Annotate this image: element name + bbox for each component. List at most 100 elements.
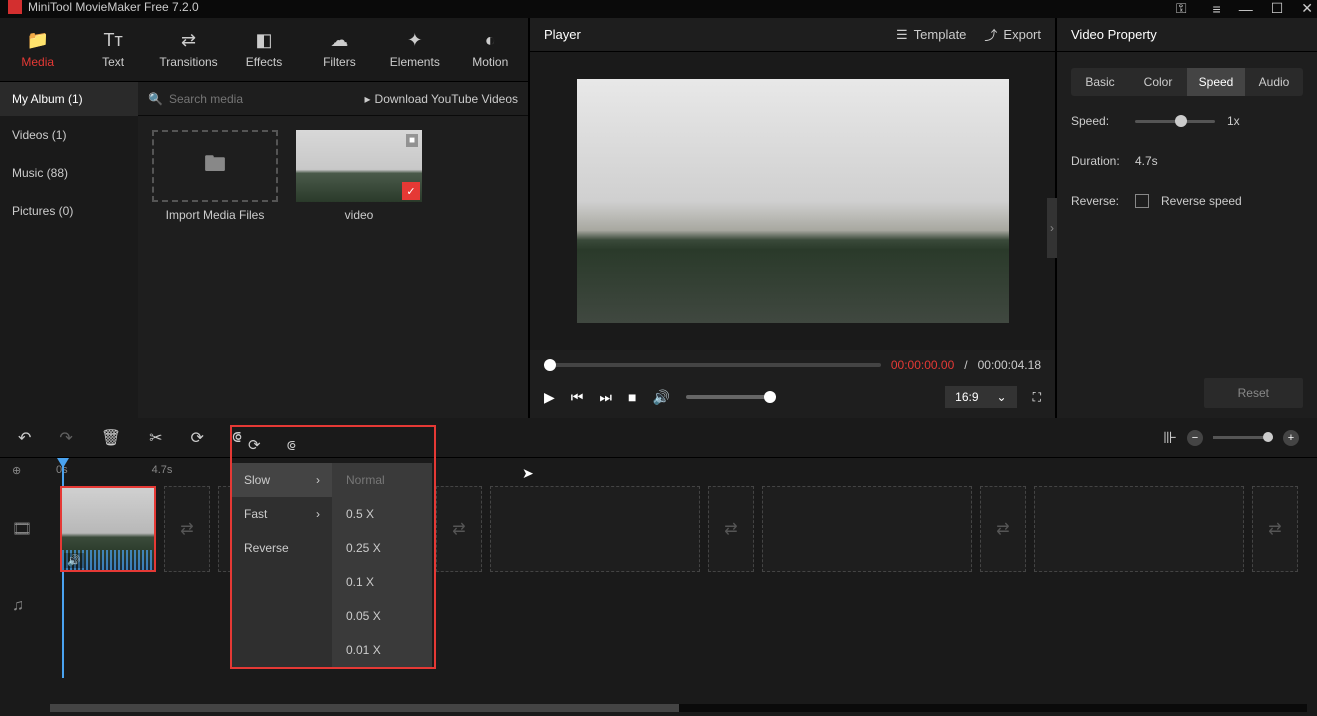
clip-placeholder[interactable] [762,486,972,572]
speed-popup-body: Slow › Fast › Reverse Normal 0.5 X 0.25 … [232,463,434,667]
speed-option-005[interactable]: 0.05 X [332,599,432,633]
media-panel: 📁 Media Tт Text ⇄ Transitions ◧ Effects … [0,18,528,418]
menu-label: Slow [244,473,270,487]
video-track[interactable]: 🎞 🔊 ⇄ ⤓ ⇄ ⇄ ⇄ ⇄ [0,482,1317,576]
key-icon[interactable]: ⚿ [1176,0,1187,17]
zoom-controls: ⊪ − + [1163,428,1299,448]
transition-placeholder[interactable]: ⇄ [708,486,754,572]
speed-option-001[interactable]: 0.01 X [332,633,432,667]
close-button[interactable]: ✕ [1301,0,1313,17]
sidebar-item-music[interactable]: Music (88) [0,154,138,192]
fullscreen-button[interactable]: ⛶ [1033,390,1041,405]
speed-option-01[interactable]: 0.1 X [332,565,432,599]
tab-elements[interactable]: ✦ Elements [377,18,452,81]
speed-menu-fast[interactable]: Fast › [232,497,332,531]
tab-basic[interactable]: Basic [1071,68,1129,96]
transition-placeholder[interactable]: ⇄ [436,486,482,572]
tab-audio[interactable]: Audio [1245,68,1303,96]
tab-text[interactable]: Tт Text [75,18,150,81]
transition-placeholder[interactable]: ⇄ [164,486,210,572]
undo-button[interactable]: ↶ [18,428,31,448]
time-separator: / [964,358,967,372]
volume-thumb[interactable] [764,391,776,403]
audio-track[interactable]: ♫ [0,576,1317,636]
next-button[interactable]: ⏭ [599,389,612,406]
tab-effects[interactable]: ◧ Effects [226,18,301,81]
reverse-checkbox[interactable] [1135,194,1149,208]
stop-button[interactable]: ■ [628,389,636,405]
speed-option-normal[interactable]: Normal [332,463,432,497]
zoom-slider[interactable] [1213,436,1273,439]
cut-button[interactable]: ✂ [149,428,162,448]
video-thumbnail[interactable]: ■ ✓ [296,130,422,202]
sidebar-item-videos[interactable]: Videos (1) [0,116,138,154]
template-label: Template [914,27,967,42]
crop-icon[interactable]: ⟃ [287,437,296,454]
export-button[interactable]: ⤴ Export [984,25,1041,44]
progress-thumb[interactable] [544,359,556,371]
clip-placeholder[interactable] [490,486,700,572]
scrollbar-thumb[interactable] [50,704,679,712]
import-media-button[interactable]: 🖿 [152,130,278,202]
tab-speed[interactable]: Speed [1187,68,1245,96]
horizontal-scrollbar[interactable] [50,704,1307,712]
progress-track[interactable] [544,363,881,367]
template-button[interactable]: ☰ Template [896,27,966,43]
speed-tool-button[interactable]: ⟳ [191,428,204,448]
media-body: My Album (1) Videos (1) Music (88) Pictu… [0,82,528,418]
transition-icon: ⇄ [181,30,196,51]
speed-thumb[interactable] [1175,115,1187,127]
volume-icon[interactable]: 🔊 [652,389,669,406]
video-clip[interactable]: 🔊 [60,486,156,572]
transition-placeholder[interactable]: ⇄ [1252,486,1298,572]
zoom-in-button[interactable]: + [1283,430,1299,446]
minimize-button[interactable]: — [1239,1,1253,17]
media-sidebar: My Album (1) Videos (1) Music (88) Pictu… [0,82,138,418]
sidebar-item-pictures[interactable]: Pictures (0) [0,192,138,230]
tab-label: Media [21,55,54,69]
delete-button[interactable]: 🗑 [101,428,121,448]
transition-placeholder[interactable]: ⇄ [980,486,1026,572]
tab-transitions[interactable]: ⇄ Transitions [151,18,226,81]
add-track-button[interactable]: ⊕ [12,464,21,477]
property-tabs: Basic Color Speed Audio [1071,68,1303,96]
search-input[interactable] [169,92,359,106]
speed-menu-reverse[interactable]: Reverse [232,531,332,565]
reset-button[interactable]: Reset [1204,378,1303,408]
tab-media[interactable]: 📁 Media [0,18,75,81]
video-track-icon: 🎞 [12,519,44,539]
tab-color[interactable]: Color [1129,68,1187,96]
zoom-thumb[interactable] [1263,432,1273,442]
app-logo [8,0,22,14]
speed-icon[interactable]: ⟳ [248,436,261,454]
speed-option-05[interactable]: 0.5 X [332,497,432,531]
timeline-ruler[interactable]: ⊕ 0s 4.7s [0,458,1317,482]
sidebar-album[interactable]: My Album (1) [0,82,138,116]
property-title: Video Property [1057,18,1317,52]
tab-filters[interactable]: ☁ Filters [302,18,377,81]
volume-slider[interactable] [686,395,776,399]
speed-menu-right: Normal 0.5 X 0.25 X 0.1 X 0.05 X 0.01 X [332,463,432,667]
speed-value: 1x [1227,114,1240,128]
video-preview[interactable] [577,79,1009,323]
maximize-button[interactable]: ☐ [1271,0,1284,17]
tab-motion[interactable]: ◐ Motion [453,18,528,81]
prev-button[interactable]: ⏮ [571,389,584,406]
elements-icon: ✦ [407,30,422,51]
zoom-out-button[interactable]: − [1187,430,1203,446]
play-button[interactable]: ▶ [544,389,555,406]
export-icon: ⤴ [984,25,997,44]
preview-area [530,52,1055,350]
download-youtube-link[interactable]: ▸ Download YouTube Videos [365,92,518,106]
speed-option-025[interactable]: 0.25 X [332,531,432,565]
fit-icon[interactable]: ⊪ [1163,428,1177,448]
main-area: 📁 Media Tт Text ⇄ Transitions ◧ Effects … [0,18,1317,418]
redo-button[interactable]: ↷ [59,428,72,448]
speed-menu-slow[interactable]: Slow › [232,463,332,497]
clip-placeholder[interactable] [1034,486,1244,572]
speed-slider[interactable] [1135,120,1215,123]
menu-icon[interactable]: ≡ [1213,1,1221,17]
video-label: video [345,208,374,222]
aspect-select[interactable]: 16:9 ⌄ [945,386,1016,408]
collapse-tab[interactable]: › [1047,198,1057,258]
